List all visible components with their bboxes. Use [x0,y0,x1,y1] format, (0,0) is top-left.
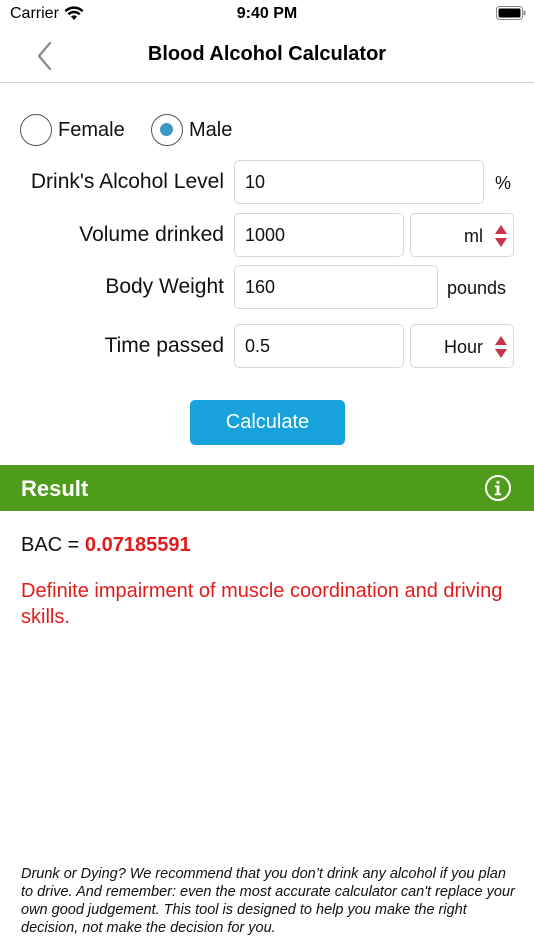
weight-label: Body Weight [105,275,224,298]
radio-female[interactable]: Female [20,113,125,147]
page-title: Blood Alcohol Calculator [147,43,387,65]
alcohol-level-label: Drink's Alcohol Level [30,170,224,193]
result-header: Result [0,465,534,511]
disclaimer-text: Drunk or Dying? We recommend that you do… [21,866,515,936]
bac-prefix: BAC = [21,534,85,556]
radio-female-circle[interactable] [20,114,52,146]
alcohol-level-unit: % [495,173,512,193]
weight-input[interactable]: 160 [234,265,438,309]
volume-input[interactable]: 1000 [234,213,404,257]
up-down-arrows-icon [495,336,507,358]
radio-male[interactable]: Male [151,113,232,147]
status-time: 9:40 PM [236,5,298,22]
result-message: Definite impairment of muscle coordinati… [21,580,503,628]
volume-label: Volume drinked [79,223,224,246]
calculate-button[interactable]: Calculate [190,400,345,445]
bac-result: BAC = 0.07185591 [21,534,191,557]
time-unit-value: Hour [443,337,483,357]
up-down-arrows-icon [495,225,507,247]
radio-male-circle[interactable] [151,114,183,146]
bac-value: 0.07185591 [84,534,191,556]
radio-female-label: Female [58,118,125,141]
result-title: Result [21,476,89,501]
time-input[interactable]: 0.5 [234,324,404,368]
navigation-bar: Blood Alcohol Calculator [0,30,534,83]
radio-male-label: Male [189,118,233,141]
time-label: Time passed [104,334,224,357]
volume-unit-value: ml [464,226,483,246]
info-icon[interactable] [484,474,512,502]
radio-selected-dot [160,123,173,136]
battery-icon [496,6,526,20]
status-bar: Carrier 9:40 PM [0,0,534,30]
alcohol-level-input[interactable]: 10 [234,160,484,204]
time-unit-select[interactable]: Hour [410,324,514,368]
weight-unit: pounds [447,278,507,298]
volume-unit-select[interactable]: ml [410,213,514,257]
